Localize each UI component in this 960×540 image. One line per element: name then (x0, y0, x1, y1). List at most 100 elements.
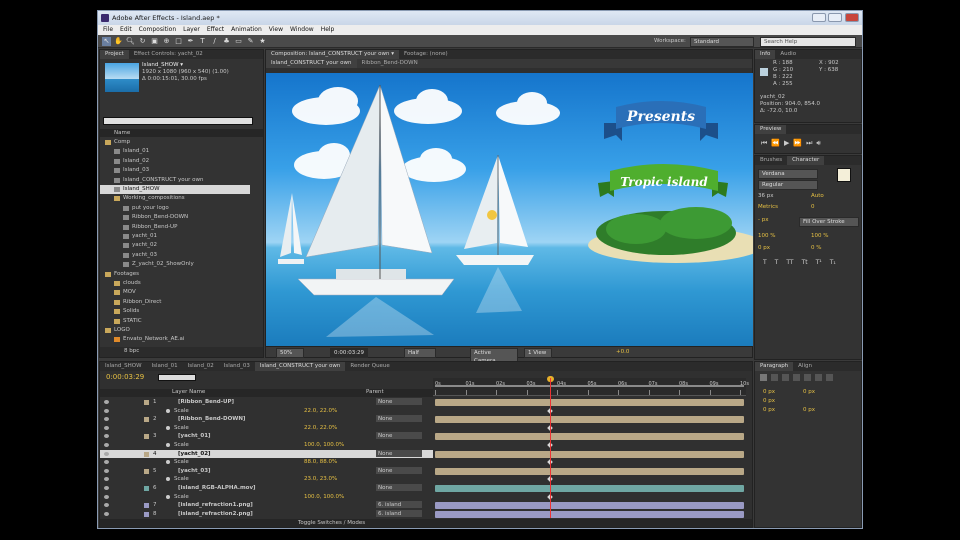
visibility-eye-icon[interactable] (104, 460, 109, 465)
stamp-tool-icon[interactable]: ♣ (222, 37, 231, 46)
project-item[interactable]: Z_yacht_02_ShowOnly (100, 260, 250, 269)
puppet-tool-icon[interactable]: ★ (258, 37, 267, 46)
kerning-value[interactable]: Metrics (758, 203, 778, 212)
visibility-eye-icon[interactable] (104, 477, 109, 482)
layer-label-color[interactable] (144, 417, 149, 423)
layer-row[interactable]: 3 [yacht_01] None (100, 432, 433, 440)
time-ruler[interactable]: 0s 01s 02s 03s 04s 05s 06s 07s 08s 09s 10s (433, 378, 749, 396)
layer-row[interactable]: 2 [Ribbon_Bend-DOWN] None (100, 415, 433, 423)
leading-value[interactable]: Auto (811, 192, 824, 201)
layer-name[interactable]: [island_refraction1.png] (178, 501, 253, 509)
project-item[interactable]: LOGO (100, 326, 250, 335)
layer-label-color[interactable] (144, 503, 149, 509)
tracking-value[interactable]: 0 (811, 203, 815, 212)
tab-tl-4[interactable]: Island_CONSTRUCT your own (254, 362, 346, 371)
layer-name[interactable]: [Ribbon_Bend-DOWN] (178, 415, 245, 423)
tab-tl-2[interactable]: Island_02 (183, 362, 219, 371)
project-item[interactable]: Footages (100, 270, 250, 279)
camera-tool-icon[interactable]: ▣ (150, 37, 159, 46)
vertical-scale-value[interactable]: 100 % (758, 232, 775, 241)
layer-row[interactable]: 8 [island_refraction2.png] 6. island (100, 509, 433, 518)
fill-color-swatch[interactable] (837, 168, 851, 182)
property-row[interactable]: Scale 23.0, 23.0% (100, 475, 433, 483)
layer-name-header[interactable]: Layer Name (172, 388, 205, 397)
visibility-eye-icon[interactable] (104, 494, 109, 499)
visibility-eye-icon[interactable] (104, 434, 109, 439)
layer-row[interactable]: 7 [island_refraction1.png] 6. island (100, 501, 433, 509)
project-item[interactable]: Ribbon_Bend-UP (100, 223, 250, 232)
zoom-tool-icon[interactable]: 🔍︎ (126, 37, 135, 46)
menu-view[interactable]: View (269, 25, 283, 35)
layer-duration-bar[interactable] (435, 433, 744, 441)
visibility-eye-icon[interactable] (104, 503, 109, 508)
visibility-eye-icon[interactable] (104, 443, 109, 447)
property-row[interactable]: Scale 100.0, 100.0% (100, 493, 433, 501)
parent-header[interactable]: Parent (366, 388, 384, 397)
close-icon[interactable] (845, 13, 859, 22)
pan-behind-tool-icon[interactable]: ⊕ (162, 37, 171, 46)
font-family-select[interactable]: Verdana (758, 169, 818, 179)
layer-label-color[interactable] (144, 451, 149, 457)
parent-select[interactable]: 6. island (376, 509, 422, 517)
resolution-select[interactable]: Half (404, 348, 436, 358)
stopwatch-icon[interactable] (166, 494, 170, 499)
text-style-button[interactable]: T₁ (830, 259, 836, 266)
project-item[interactable]: Island_SHOW (100, 185, 250, 194)
project-item[interactable]: clouds (100, 279, 250, 288)
stopwatch-icon[interactable] (166, 460, 170, 465)
menu-help[interactable]: Help (321, 25, 335, 35)
project-search-input[interactable] (103, 117, 253, 125)
property-value[interactable]: 88.0, 88.0% (304, 458, 337, 466)
menu-layer[interactable]: Layer (183, 25, 200, 35)
stopwatch-icon[interactable] (166, 408, 170, 413)
layer-label-color[interactable] (144, 434, 149, 440)
tab-proj-1[interactable]: Effect Controls: yacht_02 (129, 50, 208, 59)
text-style-button[interactable]: Tt (802, 259, 808, 266)
exposure-offset[interactable]: +0.0 (616, 348, 629, 357)
project-item[interactable]: Solids (100, 307, 250, 316)
project-item[interactable]: STATIC (100, 317, 250, 326)
layer-name[interactable]: [Ribbon_Bend-UP] (178, 398, 234, 406)
visibility-eye-icon[interactable] (104, 511, 109, 516)
maximize-icon[interactable] (828, 13, 842, 22)
workspace-select[interactable]: Standard (690, 37, 754, 47)
layer-label-color[interactable] (144, 400, 149, 405)
tab-comp-1[interactable]: Footage: (none) (399, 50, 453, 59)
view-layout-select[interactable]: 1 View (524, 348, 552, 358)
menu-edit[interactable]: Edit (120, 25, 132, 35)
project-item[interactable]: put your logo (100, 204, 250, 213)
parent-select[interactable]: None (376, 432, 422, 440)
layer-duration-bar[interactable] (435, 485, 744, 492)
playhead[interactable] (550, 378, 552, 518)
property-value[interactable]: 22.0, 22.0% (304, 424, 337, 432)
tab-char-1[interactable]: Character (787, 156, 825, 165)
property-row[interactable]: Scale 22.0, 22.0% (100, 424, 433, 432)
text-style-button[interactable]: TT (786, 259, 793, 266)
brush-tool-icon[interactable]: / (210, 37, 219, 46)
visibility-eye-icon[interactable] (104, 425, 109, 430)
parent-select[interactable]: None (376, 415, 422, 423)
tab-para-0[interactable]: Paragraph (755, 362, 794, 371)
layer-row[interactable]: 6 [island_RGB-ALPHA.mov] None (100, 484, 433, 492)
layer-duration-bar[interactable] (435, 502, 744, 510)
project-item[interactable]: Island_01 (100, 147, 250, 156)
hand-tool-icon[interactable]: ✋ (114, 37, 123, 46)
project-item[interactable]: Envato_Network_AE.ai (100, 335, 250, 344)
stroke-mode-select[interactable]: Fill Over Stroke (799, 217, 859, 227)
stopwatch-icon[interactable] (166, 477, 170, 482)
indent-first-value[interactable]: 0 px (763, 397, 775, 406)
layer-name[interactable]: [island_RGB-ALPHA.mov] (178, 484, 256, 492)
search-help-input[interactable]: Search Help (760, 37, 856, 47)
property-value[interactable]: 100.0, 100.0% (304, 493, 344, 501)
layer-duration-bar[interactable] (435, 399, 744, 406)
toggle-switches-modes[interactable]: Toggle Switches / Modes (298, 519, 365, 527)
tab-tl-5[interactable]: Render Queue (345, 362, 394, 371)
tab-tl-0[interactable]: Island_SHOW (100, 362, 147, 371)
name-column-header[interactable]: Name (114, 129, 130, 137)
alignment-buttons[interactable] (760, 374, 833, 381)
horizontal-scale-value[interactable]: 100 % (811, 232, 828, 241)
parent-select[interactable]: 6. island (376, 501, 422, 509)
property-row[interactable]: Scale 22.0, 22.0% (100, 407, 433, 415)
font-size-value[interactable]: 36 px (758, 192, 774, 201)
visibility-eye-icon[interactable] (104, 486, 109, 490)
